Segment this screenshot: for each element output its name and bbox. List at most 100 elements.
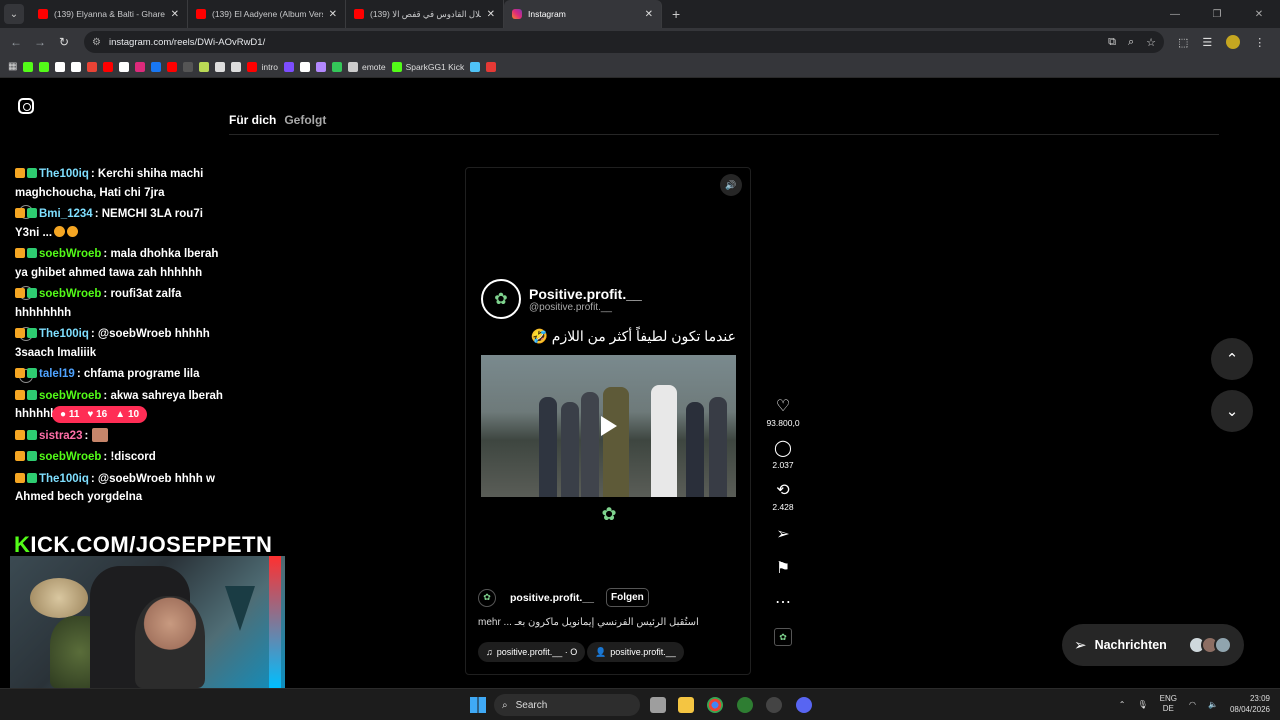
menu-icon[interactable]: ⋮ — [1254, 36, 1265, 49]
person-figure — [603, 387, 629, 497]
comment-icon[interactable]: ◯ — [765, 440, 801, 458]
bookmark-item[interactable]: emote — [348, 61, 386, 72]
bookmark-item[interactable] — [23, 61, 34, 72]
audio-thumb[interactable]: ✿ — [765, 628, 801, 646]
bookmark-item[interactable] — [199, 61, 210, 72]
close-window-button[interactable]: ✕ — [1238, 9, 1280, 20]
bookmark-item[interactable] — [55, 61, 66, 72]
messages-label: Nachrichten — [1094, 638, 1167, 652]
bookmark-item[interactable] — [71, 61, 82, 72]
heart-icon[interactable]: ♡ — [765, 398, 801, 416]
volume-icon[interactable]: 🔈 — [1208, 700, 1218, 709]
language-indicator[interactable]: ENG DE — [1160, 694, 1177, 714]
bookmark-item[interactable] — [486, 61, 497, 72]
close-icon[interactable]: ✕ — [645, 9, 653, 20]
person-figure — [539, 397, 557, 497]
mute-toggle-button[interactable]: 🔊 — [720, 174, 742, 196]
obs-icon[interactable] — [766, 697, 782, 713]
bookmark-item[interactable] — [332, 61, 342, 72]
like-action[interactable]: ♡ 93.800,0 — [765, 398, 801, 428]
restore-button[interactable]: ❐ — [1196, 9, 1238, 20]
apps-icon[interactable]: ▦ — [8, 61, 17, 72]
file-explorer-icon[interactable] — [678, 697, 694, 713]
profile-avatar[interactable] — [1226, 35, 1241, 49]
audio-pill[interactable]: ♫ positive.profit.__ · O — [478, 642, 586, 662]
more-action[interactable]: ⋯ — [765, 594, 801, 612]
bookmark-item[interactable] — [151, 61, 162, 72]
close-icon[interactable]: ✕ — [171, 9, 179, 20]
more-icon[interactable]: ⋯ — [765, 594, 801, 612]
bookmark-favicon-icon — [71, 61, 82, 72]
forward-button[interactable]: → — [28, 35, 52, 49]
back-button[interactable]: ← — [4, 35, 28, 49]
author-avatar-small[interactable]: ✿ — [478, 588, 496, 607]
share-action[interactable]: ➢ — [765, 526, 801, 544]
task-view-icon[interactable] — [650, 697, 666, 713]
microphone-icon[interactable]: 🎙 — [1138, 700, 1148, 709]
bookmark-item[interactable] — [87, 61, 98, 72]
address-bar[interactable]: ⚙ instagram.com/reels/DWi-AOvRwD1/ ⧉ ⌕ ☆ — [84, 31, 1164, 53]
bookmark-item[interactable] — [119, 61, 130, 72]
extensions-icon[interactable]: ⬚ — [1178, 36, 1188, 49]
minimize-button[interactable]: — — [1154, 9, 1196, 20]
bookmark-item[interactable] — [316, 61, 326, 72]
zoom-icon[interactable]: ⌕ — [1128, 36, 1134, 49]
close-icon[interactable]: ✕ — [487, 9, 495, 20]
tab-following[interactable]: Gefolgt — [284, 113, 326, 127]
bookmark-item[interactable] — [470, 61, 481, 72]
chrome-icon[interactable] — [707, 697, 723, 713]
browser-tab[interactable]: (139) El Aadyene (Album Versio ✕ — [188, 0, 346, 28]
xbox-icon[interactable] — [737, 697, 753, 713]
taskbar-search[interactable]: ⌕ Search — [494, 694, 640, 716]
follow-button[interactable]: Folgen — [606, 588, 649, 607]
bookmark-star-icon[interactable]: ☆ — [1146, 36, 1156, 49]
video-frame[interactable] — [481, 355, 736, 497]
bookmark-item[interactable] — [135, 61, 146, 72]
instagram-logo-icon[interactable] — [18, 98, 34, 114]
previous-reel-button[interactable]: ⌃ — [1211, 338, 1253, 380]
tab-search-button[interactable]: ⌄ — [4, 4, 24, 24]
reel-caption[interactable]: mehr ... استُقبل الرئيس الفرنسي إيمانويل… — [478, 617, 699, 628]
browser-tab-active[interactable]: Instagram ✕ — [504, 0, 662, 28]
bookmark-icon[interactable]: ⚑ — [765, 560, 801, 578]
bookmark-item[interactable] — [215, 61, 226, 72]
browser-tab[interactable]: (139) علال القادوس في قفص الا ✕ — [346, 0, 504, 28]
messages-button[interactable]: ➢ Nachrichten — [1062, 624, 1244, 666]
author-username[interactable]: positive.profit.__ — [510, 592, 594, 604]
reload-button[interactable]: ↻ — [52, 35, 76, 49]
browser-tab[interactable]: (139) Elyanna & Balti - Ghareeb ✕ — [30, 0, 188, 28]
site-info-icon[interactable]: ⚙ — [92, 37, 101, 48]
play-icon[interactable] — [600, 416, 617, 436]
reel-author-row: ✿ positive.profit.__ Folgen — [478, 588, 649, 607]
bookmark-item[interactable] — [167, 61, 178, 72]
bookmark-item[interactable] — [39, 61, 50, 72]
tagged-user-pill[interactable]: 👤 positive.profit.__ — [587, 642, 684, 662]
bookmark-item[interactable] — [183, 61, 194, 72]
discord-icon[interactable] — [796, 697, 812, 713]
install-app-icon[interactable]: ⧉ — [1108, 36, 1116, 49]
bookmark-item[interactable] — [103, 61, 114, 72]
audio-thumbnail[interactable]: ✿ — [774, 628, 792, 646]
clock[interactable]: 23:09 08/04/2026 — [1230, 693, 1270, 715]
comment-action[interactable]: ◯ 2.037 — [765, 440, 801, 470]
emoji-icon — [67, 225, 79, 237]
bookmark-item[interactable] — [300, 61, 310, 72]
bookmark-item[interactable]: SparkGG1 Kick — [391, 61, 464, 72]
wifi-icon[interactable]: ◠ — [1189, 700, 1196, 709]
repost-icon[interactable]: ⟲ — [765, 482, 801, 500]
close-icon[interactable]: ✕ — [329, 9, 337, 20]
send-icon[interactable]: ➢ — [765, 526, 801, 544]
save-action[interactable]: ⚑ — [765, 560, 801, 578]
chevron-up-icon[interactable]: ⌃ — [1119, 700, 1126, 709]
bookmark-item[interactable] — [284, 61, 294, 72]
reel-player[interactable]: 🔊 ✿ Positive.profit.__ @positive.profit.… — [465, 167, 751, 675]
bookmark-item[interactable]: intro — [247, 61, 278, 72]
chat-message: soebWroeb: mala dhohka lberah ya ghibet … — [15, 245, 225, 282]
repost-action[interactable]: ⟲ 2.428 — [765, 482, 801, 512]
tab-for-you[interactable]: Für dich — [229, 113, 276, 127]
windows-start-icon[interactable] — [470, 697, 486, 713]
new-tab-button[interactable]: + — [672, 6, 680, 22]
reading-list-icon[interactable]: ☰ — [1202, 36, 1212, 49]
bookmark-item[interactable] — [231, 61, 242, 72]
next-reel-button[interactable]: ⌄ — [1211, 390, 1253, 432]
